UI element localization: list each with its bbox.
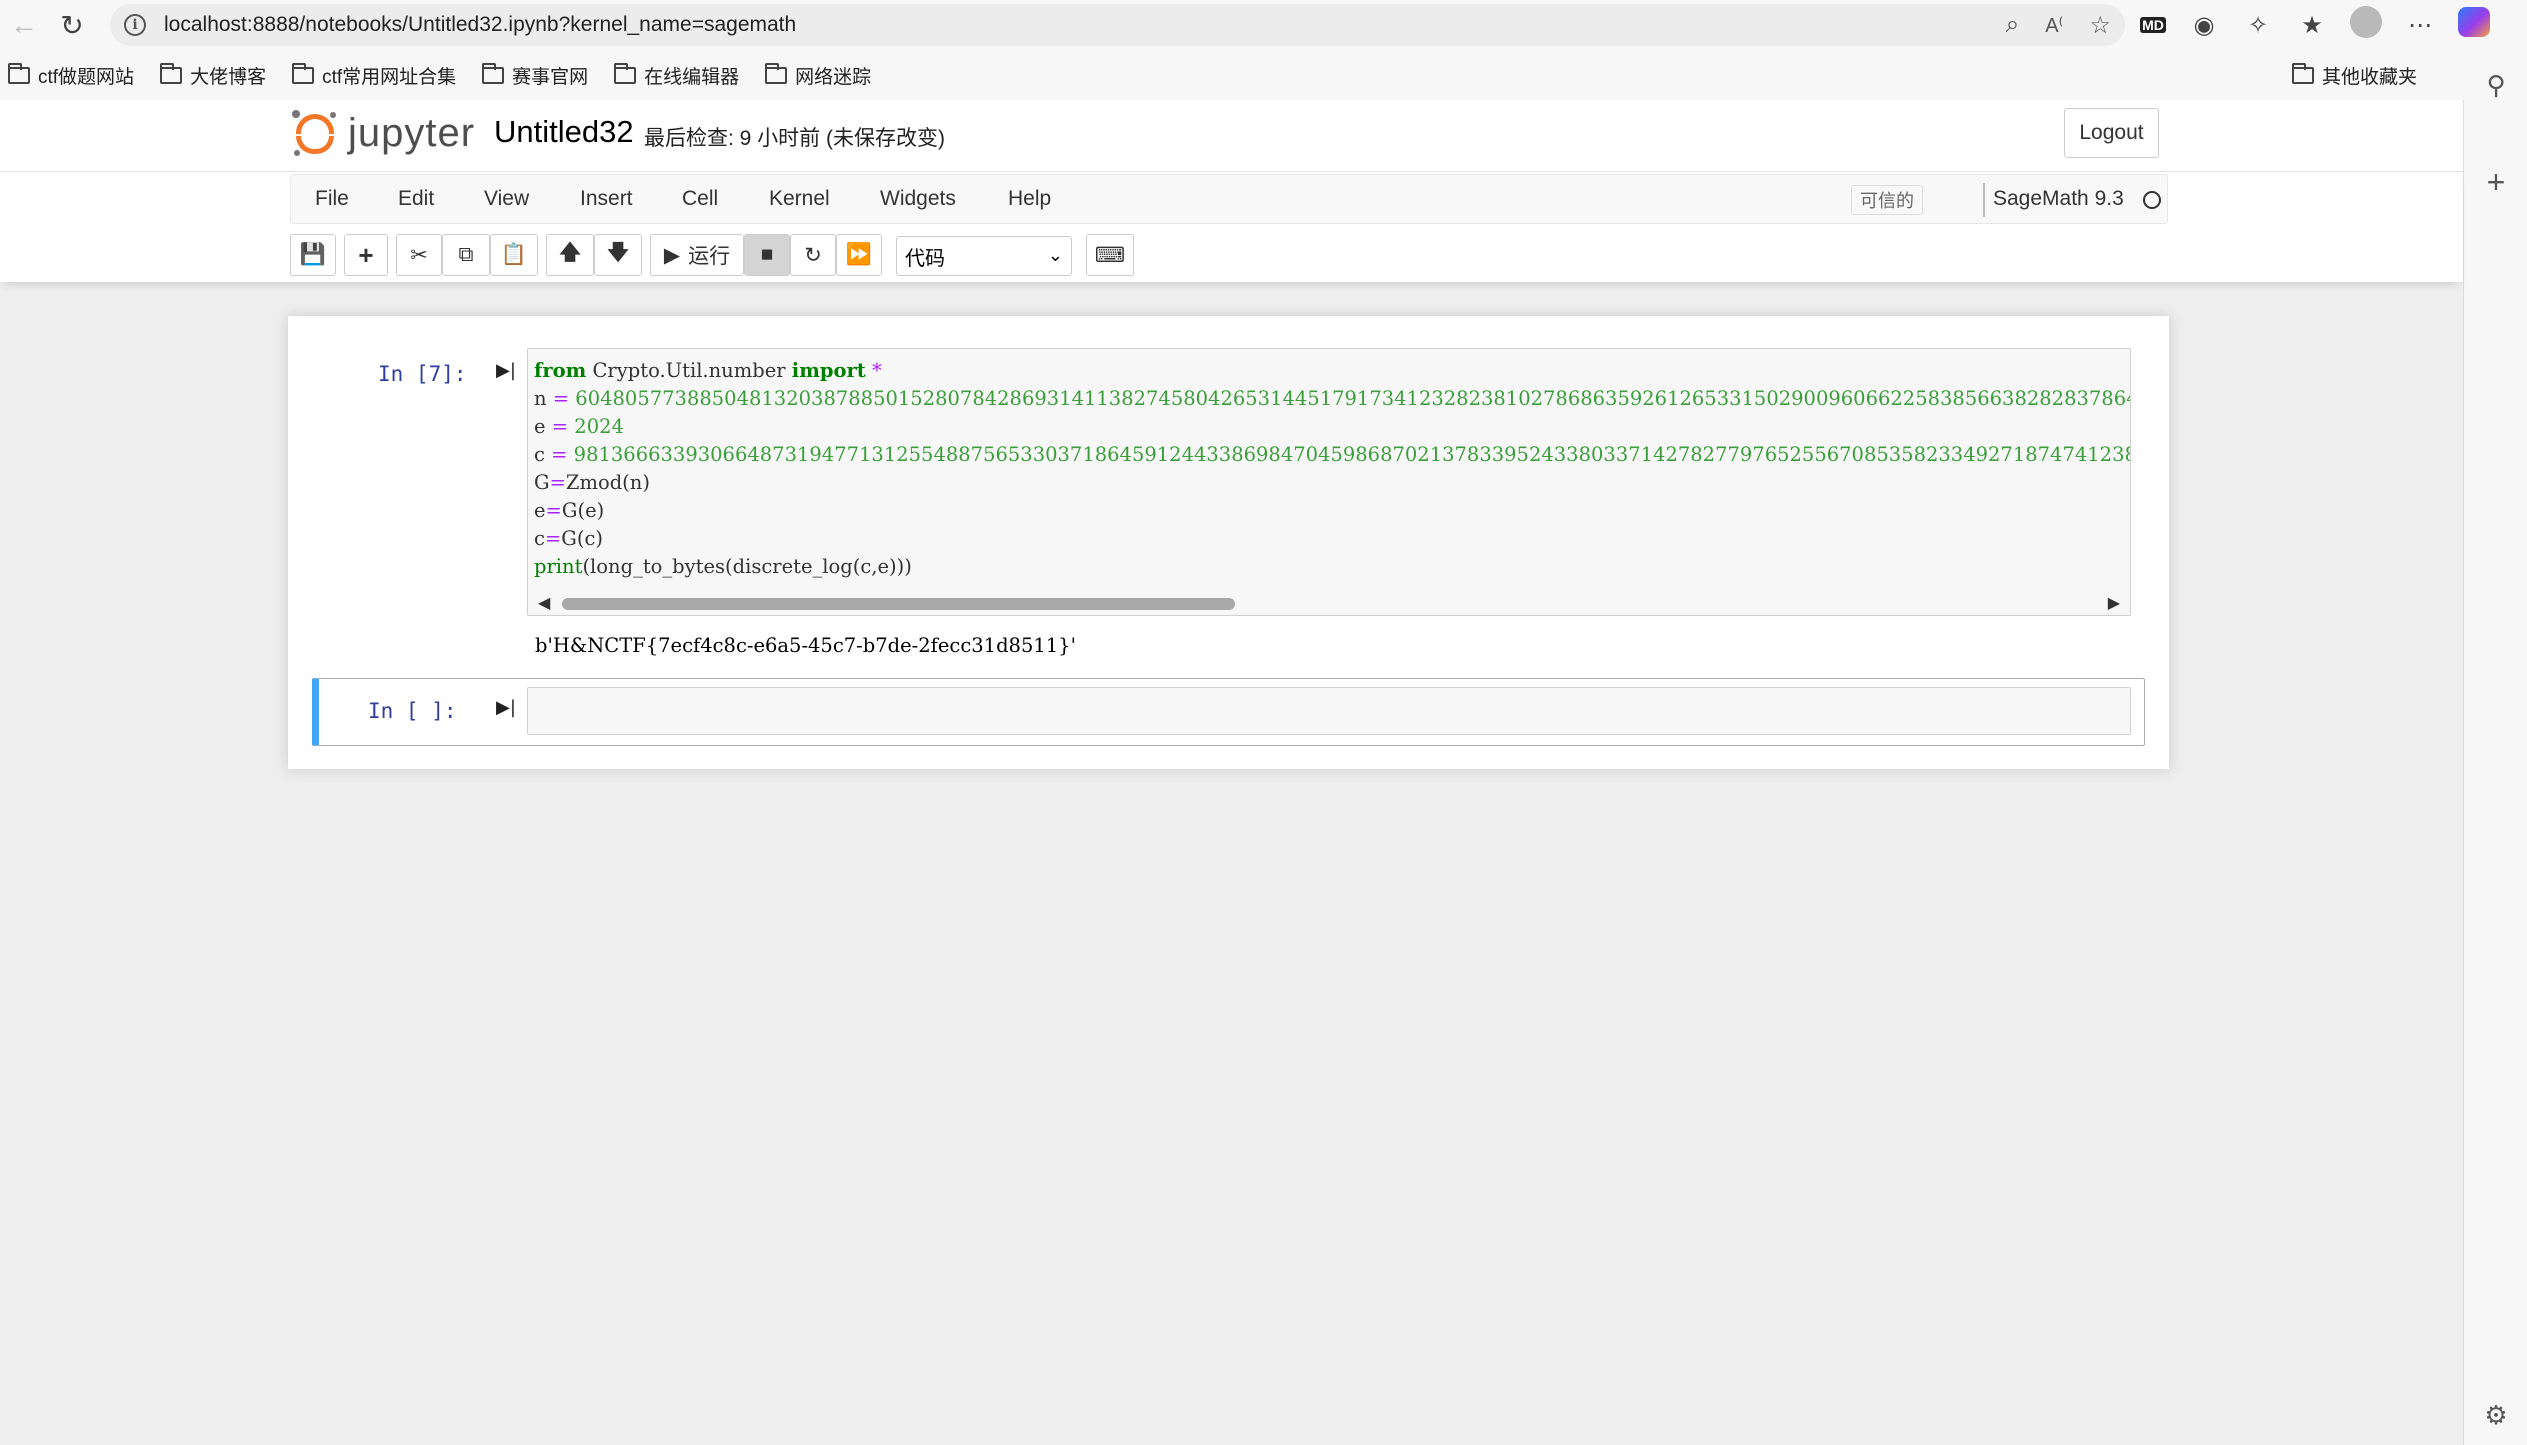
code-editor[interactable]: from Crypto.Util.number import * n = 604… xyxy=(527,348,2131,616)
code-line: from Crypto.Util.number import * xyxy=(534,359,882,382)
trusted-indicator[interactable]: 可信的 xyxy=(1851,185,1923,215)
scroll-left-icon[interactable]: ◀ xyxy=(538,593,550,613)
code-line: e=G(e) xyxy=(534,499,605,522)
cell-prompt: In [ ]: xyxy=(368,699,457,723)
menu-kernel[interactable]: Kernel xyxy=(769,187,830,211)
browser-toolbar: ← ↻ i localhost:8888/notebooks/Untitled3… xyxy=(0,0,2527,50)
jupyter-logo[interactable]: jupyter xyxy=(292,110,475,156)
folder-icon xyxy=(765,62,788,84)
play-icon: ▶ xyxy=(663,243,681,267)
copilot-icon[interactable] xyxy=(2458,6,2490,44)
scroll-right-icon[interactable]: ▶ xyxy=(2108,593,2120,613)
favorite-star-icon[interactable]: ☆ xyxy=(2089,11,2111,40)
bookmark-folder[interactable]: ctf常用网址合集 xyxy=(292,62,456,89)
bookmark-folder[interactable]: 大佬博客 xyxy=(160,62,266,89)
save-icon[interactable]: 💾 xyxy=(290,234,336,276)
other-bookmarks-folder[interactable]: 其他收藏夹 xyxy=(2291,50,2417,100)
menu-view[interactable]: View xyxy=(484,187,529,211)
menu-help[interactable]: Help xyxy=(1008,187,1051,211)
back-icon[interactable]: ← xyxy=(0,1,48,49)
chevron-down-icon: ⌄ xyxy=(1047,245,1063,265)
url-text[interactable]: localhost:8888/notebooks/Untitled32.ipyn… xyxy=(164,13,796,37)
horizontal-scrollbar[interactable]: ◀ ▶ xyxy=(528,591,2130,615)
code-line: c=G(c) xyxy=(534,527,603,550)
cell-type-select[interactable]: 代码 ⌄ xyxy=(896,236,1072,276)
paste-icon[interactable]: 📋 xyxy=(490,234,538,276)
insert-cell-icon[interactable]: + xyxy=(344,234,388,276)
search-icon[interactable]: ⚲ xyxy=(2482,70,2510,101)
zoom-icon[interactable]: ⌕ xyxy=(2006,11,2019,39)
code-editor[interactable] xyxy=(527,687,2131,735)
kernel-separator xyxy=(1983,183,1985,217)
bookmark-folder[interactable]: 赛事官网 xyxy=(482,62,588,89)
folder-icon xyxy=(2291,62,2314,84)
command-palette-keyboard-icon[interactable]: ⌨ xyxy=(1086,234,1134,276)
folder-icon xyxy=(482,62,505,84)
interrupt-icon[interactable]: ■ xyxy=(744,234,790,276)
cell-prompt: In [7]: xyxy=(378,362,467,386)
folder-icon xyxy=(292,62,315,84)
jupyter-logo-text: jupyter xyxy=(348,110,476,155)
extensions-puzzle-icon[interactable]: ✧ xyxy=(2242,11,2274,40)
notebook-title[interactable]: Untitled32 xyxy=(494,114,634,150)
bookmark-folder[interactable]: 网络迷踪 xyxy=(765,62,871,89)
restart-icon[interactable]: ↻ xyxy=(790,234,836,276)
menu-edit[interactable]: Edit xyxy=(398,187,434,211)
scrollbar-thumb[interactable] xyxy=(562,598,1235,610)
menu-insert[interactable]: Insert xyxy=(580,187,633,211)
profile-avatar[interactable] xyxy=(2350,5,2382,45)
bookmark-folder[interactable]: 在线编辑器 xyxy=(614,62,739,89)
address-bar[interactable]: i localhost:8888/notebooks/Untitled32.ip… xyxy=(110,4,2125,46)
code-cell-selected[interactable]: In [ ]: ▶​| xyxy=(312,678,2145,746)
menu-widgets[interactable]: Widgets xyxy=(880,187,956,211)
settings-gear-icon[interactable]: ⚙ xyxy=(2482,1400,2510,1431)
refresh-icon[interactable]: ↻ xyxy=(48,1,96,49)
cut-icon[interactable]: ✂ xyxy=(396,234,442,276)
read-aloud-icon[interactable]: A⁽ xyxy=(2045,13,2063,38)
menu-file[interactable]: File xyxy=(315,187,349,211)
jupyter-logo-icon xyxy=(292,110,338,156)
browser-sidebar: ⚲ + ⚙ xyxy=(2463,70,2527,1445)
add-icon[interactable]: + xyxy=(2482,164,2510,201)
code-cell[interactable]: In [7]: ▶​| from Crypto.Util.number impo… xyxy=(312,348,2145,678)
extension-circle-icon[interactable]: ◉ xyxy=(2188,11,2220,40)
cell-output: b'H&NCTF{7ecf4c8c-e6a5-45c7-b7de-2fecc31… xyxy=(535,634,1076,657)
move-down-icon[interactable]: 🡇 xyxy=(594,234,642,276)
bookmarks-bar: ctf做题网站 大佬博客 ctf常用网址合集 赛事官网 在线编辑器 网络迷踪 其… xyxy=(0,50,2527,100)
kernel-name[interactable]: SageMath 9.3 xyxy=(1993,187,2124,211)
extension-md-icon[interactable]: MD xyxy=(2140,17,2166,33)
site-info-icon[interactable]: i xyxy=(124,14,146,36)
kernel-idle-icon xyxy=(2143,191,2161,209)
logout-button[interactable]: Logout xyxy=(2064,108,2159,158)
menubar: File Edit View Insert Cell Kernel Widget… xyxy=(290,174,2168,224)
code-line: print(long_to_bytes(discrete_log(c,e))) xyxy=(534,555,912,578)
restart-run-all-icon[interactable]: ⏩ xyxy=(836,234,882,276)
folder-icon xyxy=(614,62,637,84)
jupyter-header: jupyter Untitled32 最后检查: 9 小时前 (未保存改变) L… xyxy=(0,100,2463,172)
bookmark-folder[interactable]: ctf做题网站 xyxy=(8,62,134,89)
copy-icon[interactable]: ⧉ xyxy=(442,234,490,276)
more-menu-icon[interactable]: ⋯ xyxy=(2404,11,2436,40)
run-button[interactable]: ▶ 运行 xyxy=(650,234,744,276)
code-line: e = 2024 xyxy=(534,415,624,438)
code-line: c = 981366633930664873194771312554887565… xyxy=(534,443,2131,466)
code-line: n = 604805773885048132038788501528078428… xyxy=(534,387,2131,410)
move-up-icon[interactable]: 🡅 xyxy=(546,234,594,276)
menu-cell[interactable]: Cell xyxy=(682,187,718,211)
notebook-container: In [7]: ▶​| from Crypto.Util.number impo… xyxy=(288,316,2169,769)
folder-icon xyxy=(8,62,30,84)
run-cell-icon[interactable]: ▶​| xyxy=(496,697,516,718)
favorites-icon[interactable]: ★ xyxy=(2296,11,2328,40)
checkpoint-status: 最后检查: 9 小时前 (未保存改变) xyxy=(644,127,946,150)
folder-icon xyxy=(160,62,183,84)
code-line: G=Zmod(n) xyxy=(534,471,650,494)
run-cell-icon[interactable]: ▶​| xyxy=(496,360,516,381)
menubar-container: File Edit View Insert Cell Kernel Widget… xyxy=(0,172,2463,282)
